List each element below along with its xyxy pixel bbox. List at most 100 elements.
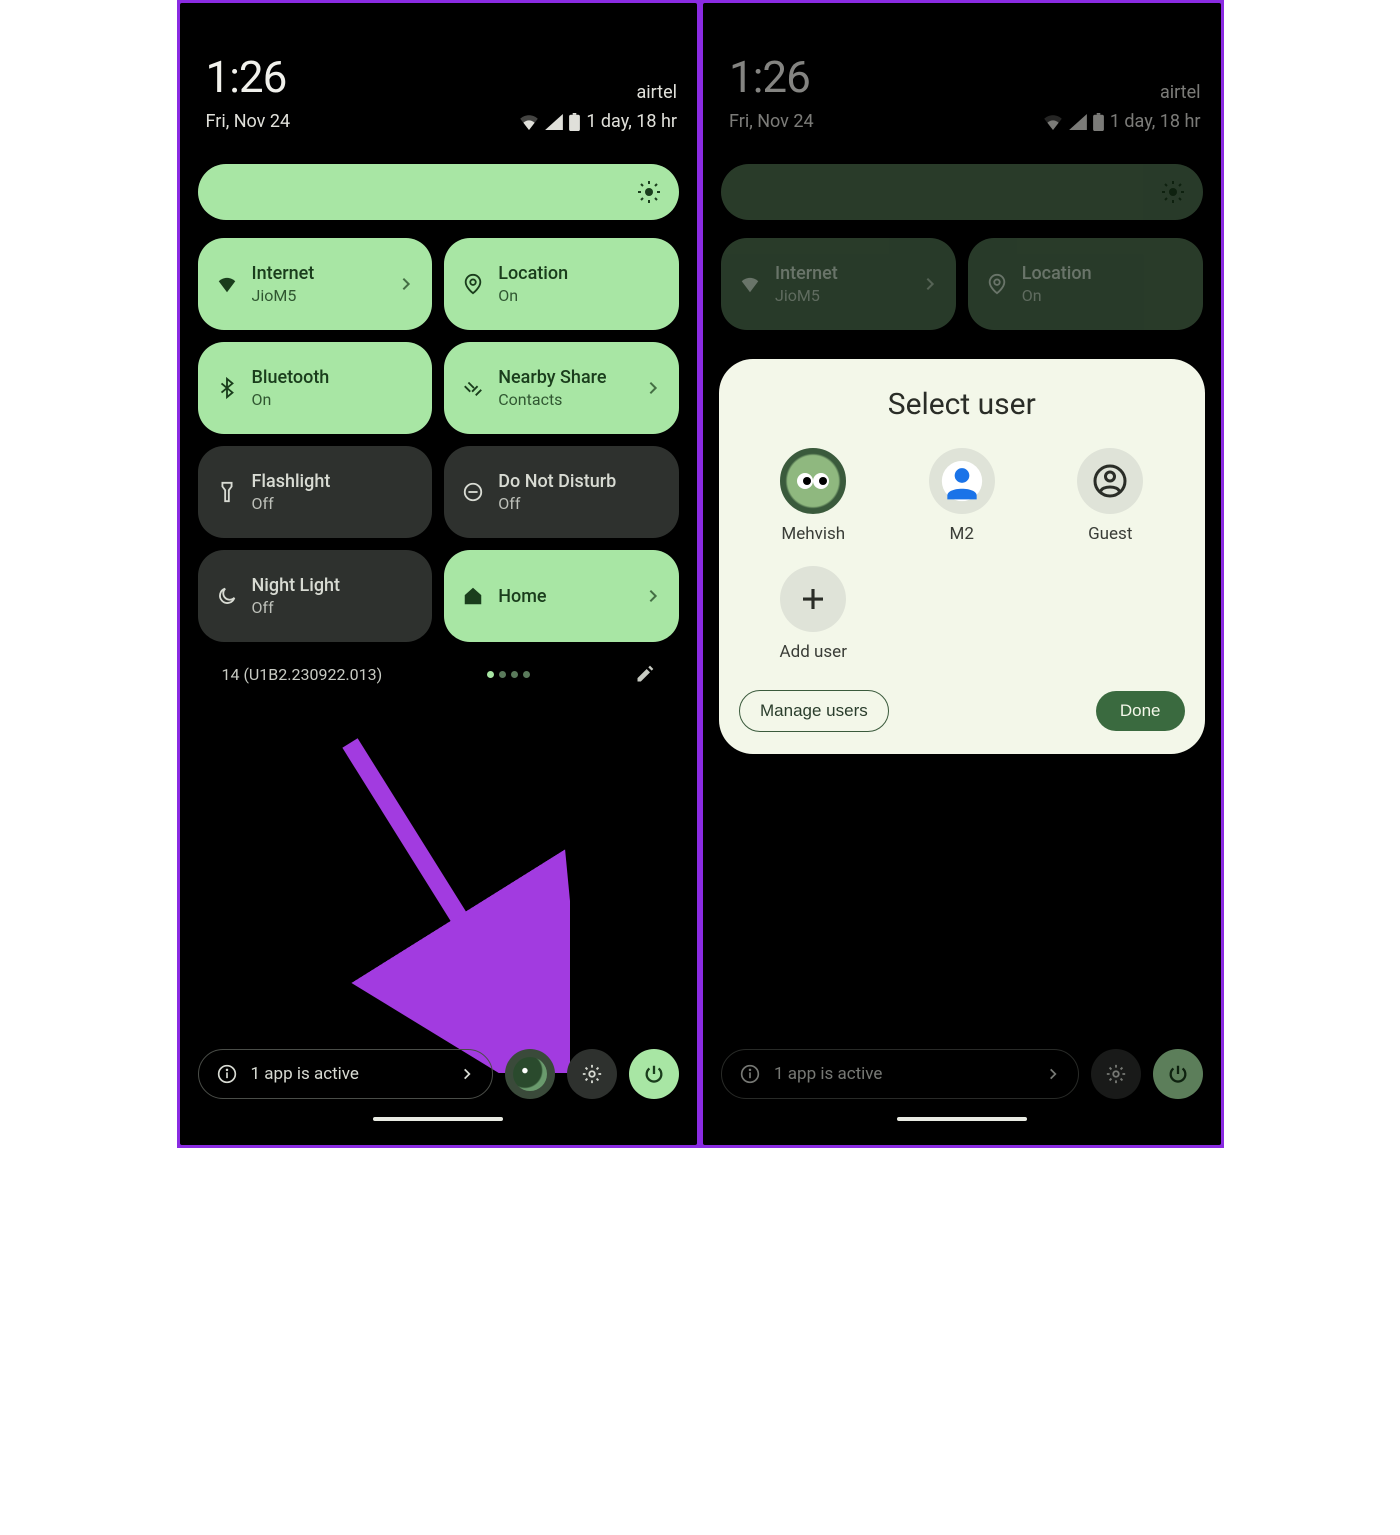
info-icon [217, 1064, 237, 1084]
bluetooth-icon [216, 377, 238, 399]
tile-subtitle: JioM5 [775, 286, 908, 305]
status-bar: 1:26 airtel Fri, Nov 24 1 day, 18 hr [180, 3, 698, 132]
avatar-icon [513, 1057, 547, 1091]
tile-subtitle: On [1022, 286, 1185, 305]
edit-icon[interactable] [635, 664, 655, 684]
active-apps-label: 1 app is active [774, 1064, 1032, 1084]
dnd-icon [462, 481, 484, 503]
flashlight-icon [216, 481, 238, 503]
nav-handle[interactable] [897, 1117, 1027, 1121]
tile-subtitle: Off [498, 494, 661, 513]
date-label: Fri, Nov 24 [206, 111, 291, 132]
chevron-right-icon [645, 588, 661, 604]
battery-text: 1 day, 18 hr [586, 111, 677, 132]
battery-icon [569, 113, 580, 131]
tile-location[interactable]: Location On [444, 238, 679, 330]
location-icon [986, 273, 1008, 295]
tile-nearby-share[interactable]: Nearby Share Contacts [444, 342, 679, 434]
active-apps-pill[interactable]: 1 app is active [198, 1049, 494, 1099]
tile-subtitle: Contacts [498, 390, 631, 409]
annotation-arrow [330, 723, 570, 1073]
tile-subtitle: On [252, 390, 415, 409]
clock: 1:26 [206, 51, 287, 103]
tile-title: Internet [775, 263, 908, 284]
tile-subtitle: Off [252, 598, 415, 617]
date-label: Fri, Nov 24 [729, 111, 814, 132]
settings-button[interactable] [567, 1049, 617, 1099]
tile-dnd[interactable]: Do Not Disturb Off [444, 446, 679, 538]
gear-icon [1105, 1063, 1127, 1085]
brightness-icon [1161, 180, 1185, 204]
signal-icon [1069, 114, 1087, 130]
brightness-slider[interactable] [198, 164, 680, 220]
power-button[interactable] [1153, 1049, 1203, 1099]
chevron-right-icon [398, 276, 414, 292]
nav-handle[interactable] [373, 1117, 503, 1121]
tile-night-light[interactable]: Night Light Off [198, 550, 433, 642]
tile-title: Nearby Share [498, 367, 631, 388]
nearby-share-icon [462, 377, 484, 399]
avatar-icon [929, 448, 995, 514]
location-icon [462, 273, 484, 295]
tile-location[interactable]: Location On [968, 238, 1203, 330]
tile-bluetooth[interactable]: Bluetooth On [198, 342, 433, 434]
user-label: Add user [780, 642, 847, 662]
guest-icon [1077, 448, 1143, 514]
tile-title: Flashlight [252, 471, 415, 492]
manage-users-button[interactable]: Manage users [739, 690, 889, 732]
settings-button[interactable] [1091, 1049, 1141, 1099]
user-label: Mehvish [781, 524, 845, 544]
tile-internet[interactable]: Internet JioM5 [198, 238, 433, 330]
wifi-icon [739, 273, 761, 295]
user-label: Guest [1088, 524, 1132, 544]
chevron-right-icon [922, 276, 938, 292]
tile-subtitle: JioM5 [252, 286, 385, 305]
user-option-mehvish[interactable]: Mehvish [740, 448, 887, 544]
user-option-guest[interactable]: Guest [1037, 448, 1184, 544]
carrier-label: airtel [1160, 82, 1201, 103]
tile-title: Location [1022, 263, 1185, 284]
tile-title: Night Light [252, 575, 415, 596]
tile-internet[interactable]: Internet JioM5 [721, 238, 956, 330]
status-icons: 1 day, 18 hr [1043, 111, 1201, 132]
moon-icon [216, 585, 238, 607]
active-apps-pill[interactable]: 1 app is active [721, 1049, 1079, 1099]
wifi-icon [1043, 114, 1063, 130]
dialog-title: Select user [739, 387, 1185, 422]
tile-title: Do Not Disturb [498, 471, 661, 492]
battery-text: 1 day, 18 hr [1110, 111, 1201, 132]
tile-home[interactable]: Home [444, 550, 679, 642]
plus-icon [780, 566, 846, 632]
power-icon [643, 1063, 665, 1085]
avatar-icon [780, 448, 846, 514]
select-user-dialog: Select user Mehvish M2 [719, 359, 1205, 754]
active-apps-label: 1 app is active [251, 1064, 447, 1084]
quick-settings: Internet JioM5 Location On [180, 238, 698, 684]
tile-subtitle: Off [252, 494, 415, 513]
brightness-slider[interactable] [721, 164, 1203, 220]
wifi-icon [519, 114, 539, 130]
power-button[interactable] [629, 1049, 679, 1099]
phone-screen-right: 1:26 airtel Fri, Nov 24 1 day, 18 hr [703, 3, 1221, 1145]
battery-icon [1093, 113, 1104, 131]
user-switch-button[interactable] [505, 1049, 555, 1099]
signal-icon [545, 114, 563, 130]
done-button[interactable]: Done [1096, 691, 1185, 731]
page-indicator[interactable] [487, 671, 530, 678]
status-icons: 1 day, 18 hr [519, 111, 677, 132]
clock: 1:26 [729, 51, 810, 103]
info-icon [740, 1064, 760, 1084]
phone-screen-left: 1:26 airtel Fri, Nov 24 1 day, 18 hr [180, 3, 698, 1145]
power-icon [1167, 1063, 1189, 1085]
chevron-right-icon [460, 1067, 474, 1081]
chevron-right-icon [645, 380, 661, 396]
add-user-button[interactable]: Add user [740, 566, 887, 662]
wifi-icon [216, 273, 238, 295]
build-number: 14 (U1B2.230922.013) [222, 665, 383, 684]
chevron-right-icon [1046, 1067, 1060, 1081]
status-bar: 1:26 airtel Fri, Nov 24 1 day, 18 hr [703, 3, 1221, 132]
user-option-m2[interactable]: M2 [888, 448, 1035, 544]
tile-title: Location [498, 263, 661, 284]
tile-title: Internet [252, 263, 385, 284]
tile-flashlight[interactable]: Flashlight Off [198, 446, 433, 538]
